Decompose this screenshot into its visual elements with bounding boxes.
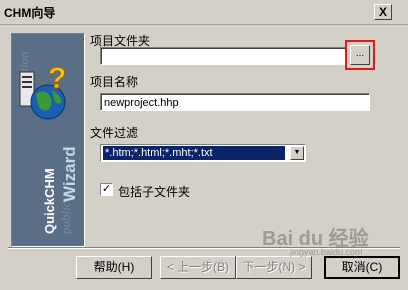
close-button[interactable]: X <box>374 4 392 20</box>
project-name-input[interactable]: newproject.hhp <box>100 93 370 111</box>
cancel-button[interactable]: 取消(C) <box>324 256 400 279</box>
help-book-globe-icon: ? <box>19 62 67 120</box>
baidu-watermark-url: jingyan.baidu.com <box>290 247 363 257</box>
file-filter-label: 文件过滤 <box>90 126 139 140</box>
browse-button[interactable]: ... <box>350 45 370 65</box>
window-title: CHM向导 <box>4 6 56 20</box>
svg-text:?: ? <box>48 62 66 95</box>
include-subfolders-label: 包括子文件夹 <box>118 185 191 199</box>
include-subfolders-checkbox[interactable]: ✓ <box>100 183 113 196</box>
project-name-label: 项目名称 <box>90 75 139 89</box>
close-icon: X <box>378 5 387 19</box>
next-button[interactable]: 下一步(N) > <box>236 256 312 279</box>
title-bar: CHM向导 X <box>0 0 408 25</box>
banner-product-label: QuickCHM <box>42 168 57 234</box>
help-button[interactable]: 帮助(H) <box>76 256 152 279</box>
file-filter-value: *.htm;*.html;*.mht;*.txt <box>103 146 285 160</box>
checkmark-icon: ✓ <box>101 183 112 195</box>
project-folder-input[interactable] <box>100 47 346 65</box>
banner-wizard-label: Wizard <box>60 146 79 202</box>
back-button[interactable]: < 上一步(B) <box>160 256 236 279</box>
dropdown-arrow-icon[interactable]: ▼ <box>290 146 304 160</box>
wizard-banner: function public ? QuickCHM Wizard <box>11 33 85 247</box>
banner-ghost-text: public <box>58 201 73 235</box>
file-filter-select[interactable]: *.htm;*.html;*.mht;*.txt ▼ <box>100 144 306 162</box>
